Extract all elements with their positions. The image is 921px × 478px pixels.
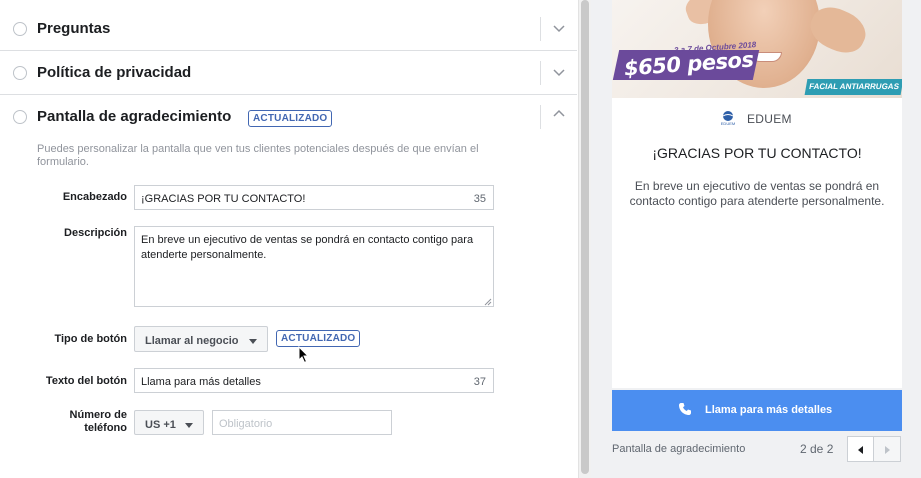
updated-badge: ACTUALIZADO xyxy=(248,110,333,127)
brand-logo-text: EDUEM xyxy=(721,121,735,126)
encabezado-value: ¡GRACIAS POR TU CONTACTO! xyxy=(141,193,306,205)
call-button[interactable]: Llama para más detalles xyxy=(612,390,902,431)
section-title: Preguntas xyxy=(37,20,111,37)
encabezado-label: Encabezado xyxy=(62,191,127,203)
brand-name: EDUEM xyxy=(747,112,792,126)
mouse-cursor-icon xyxy=(298,346,310,364)
next-button[interactable] xyxy=(874,436,901,462)
chevron-down-icon[interactable] xyxy=(553,66,565,78)
section-title: Política de privacidad xyxy=(37,64,192,81)
tipo-boton-value: Llamar al negocio xyxy=(145,335,239,347)
telefono-label: Número de teléfono xyxy=(7,409,127,435)
tipo-boton-dropdown[interactable]: Llamar al negocio xyxy=(134,326,268,352)
encabezado-input[interactable]: ¡GRACIAS POR TU CONTACTO! 35 xyxy=(134,185,494,210)
brand-logo-icon: EDUEM xyxy=(721,111,735,126)
next-arrow-icon xyxy=(885,446,890,454)
texto-boton-value: Llama para más detalles xyxy=(141,376,261,388)
section-preguntas[interactable]: Preguntas xyxy=(0,7,577,51)
tipo-boton-label: Tipo de botón xyxy=(54,333,127,345)
descripcion-value: En breve un ejecutivo de ventas se pondr… xyxy=(141,234,474,261)
section-status-radio xyxy=(13,110,27,124)
section-politica-privacidad[interactable]: Política de privacidad xyxy=(0,51,577,95)
texto-boton-label: Texto del botón xyxy=(45,375,127,387)
preview-panel: 3 a 7 de Octubre 2018 $650 pesos FACIAL … xyxy=(591,0,921,478)
scrollbar-thumb[interactable] xyxy=(581,0,589,474)
thank-you-title: ¡GRACIAS POR TU CONTACTO! xyxy=(652,145,862,161)
char-counter: 37 xyxy=(473,376,486,388)
phone-icon xyxy=(679,403,691,415)
caret-down-icon xyxy=(185,423,193,428)
texto-boton-input[interactable]: Llama para más detalles 37 xyxy=(134,368,494,393)
ad-image: 3 a 7 de Octubre 2018 $650 pesos FACIAL … xyxy=(612,0,902,98)
preview-screen-label: Pantalla de agradecimiento xyxy=(612,443,746,455)
help-text: Puedes personalizar la pantalla que ven … xyxy=(37,143,479,168)
thank-you-card: EDUEM EDUEM ¡GRACIAS POR TU CONTACTO! En… xyxy=(612,98,902,388)
form-editor-panel: Preguntas Política de privacidad Pantall… xyxy=(0,0,577,478)
prev-button[interactable] xyxy=(847,436,874,462)
section-status-radio xyxy=(13,66,27,80)
char-counter: 35 xyxy=(473,193,486,205)
chevron-down-icon[interactable] xyxy=(553,22,565,34)
descripcion-textarea[interactable]: En breve un ejecutivo de ventas se pondr… xyxy=(134,226,494,307)
pager-count: 2 de 2 xyxy=(800,442,834,456)
country-code-dropdown[interactable]: US +1 xyxy=(134,410,204,435)
divider xyxy=(540,17,541,41)
resize-handle-icon[interactable] xyxy=(484,297,492,306)
descripcion-label: Descripción xyxy=(64,227,127,239)
divider xyxy=(540,61,541,85)
telefono-label-line1: Número de xyxy=(69,409,127,421)
thank-you-description: En breve un ejecutivo de ventas se pondr… xyxy=(629,179,885,208)
section-title: Pantalla de agradecimiento xyxy=(37,108,232,125)
prev-arrow-icon xyxy=(858,446,863,454)
call-button-label: Llama para más detalles xyxy=(705,404,833,416)
scrollbar[interactable] xyxy=(578,0,591,478)
promo-tag: FACIAL ANTIARRUGAS xyxy=(804,79,902,95)
country-code-value: US +1 xyxy=(145,419,176,431)
divider xyxy=(540,105,541,129)
section-status-radio xyxy=(13,22,27,36)
phone-number-input[interactable]: Obligatorio xyxy=(212,410,392,435)
chevron-up-icon[interactable] xyxy=(553,108,565,120)
phone-placeholder: Obligatorio xyxy=(219,418,273,430)
telefono-label-line2: teléfono xyxy=(84,422,127,434)
caret-down-icon xyxy=(249,339,257,344)
updated-badge: ACTUALIZADO xyxy=(276,330,361,347)
